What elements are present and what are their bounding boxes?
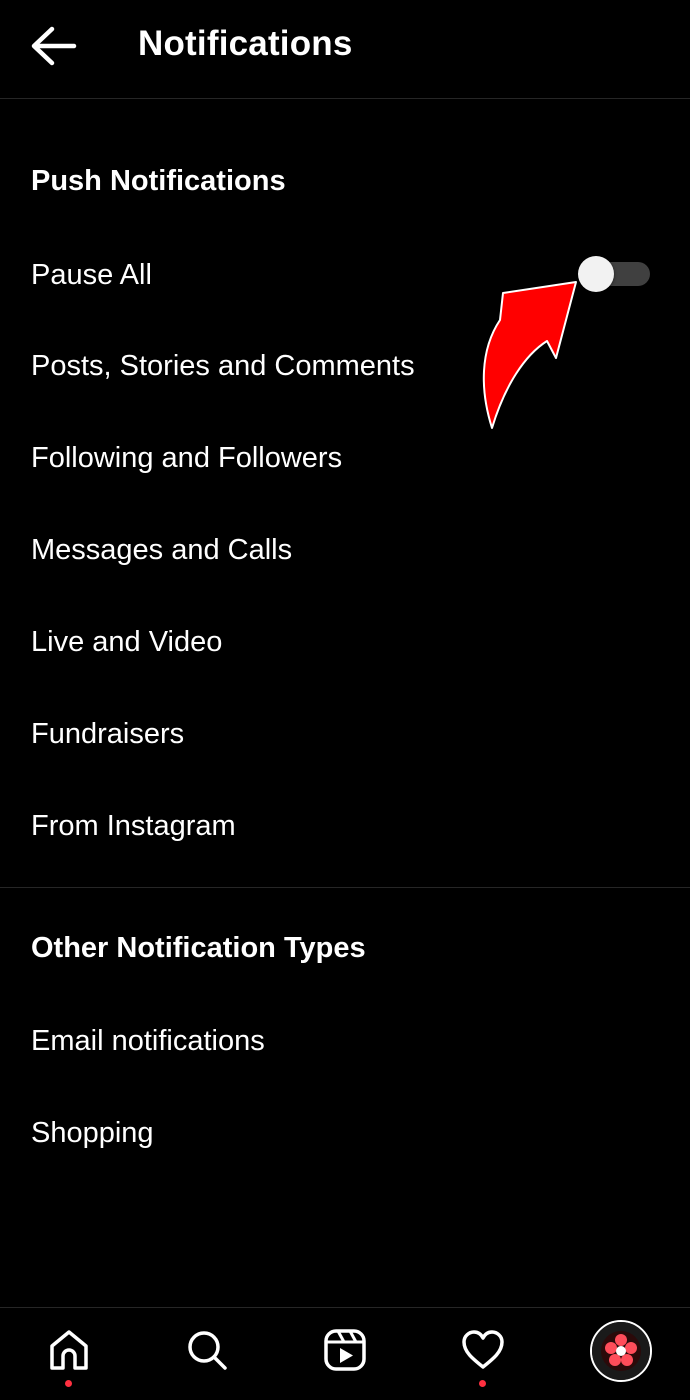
list-item-label: Live and Video (31, 626, 223, 658)
nav-activity[interactable] (443, 1308, 523, 1400)
red-pointer-arrow (482, 281, 577, 429)
home-icon (50, 1330, 88, 1370)
list-item-live-video[interactable]: Live and Video (0, 607, 690, 677)
list-item-messages-calls[interactable]: Messages and Calls (0, 515, 690, 585)
other-notification-types-heading: Other Notification Types (31, 932, 366, 964)
pause-all-label: Pause All (31, 259, 152, 291)
search-icon (188, 1331, 227, 1370)
notification-dot (479, 1380, 486, 1387)
nav-profile[interactable] (590, 1320, 652, 1382)
nav-reels[interactable] (305, 1308, 385, 1400)
bottom-navigation-bar (0, 1307, 690, 1400)
list-item-label: Shopping (31, 1117, 154, 1149)
list-item-fundraisers[interactable]: Fundraisers (0, 699, 690, 769)
list-item-label: Messages and Calls (31, 534, 293, 566)
top-app-bar: Notifications (0, 0, 690, 99)
section-divider (0, 887, 690, 888)
list-item-email-notifications[interactable]: Email notifications (0, 1006, 690, 1076)
list-item-label: Email notifications (31, 1025, 265, 1057)
avatar (590, 1320, 652, 1382)
nav-search[interactable] (167, 1308, 247, 1400)
notification-dot (65, 1380, 72, 1387)
arrow-left-icon (31, 26, 77, 66)
heart-icon (462, 1330, 504, 1369)
list-item-label: Fundraisers (31, 718, 185, 750)
push-notifications-heading: Push Notifications (31, 165, 286, 197)
list-item-from-instagram[interactable]: From Instagram (0, 791, 690, 861)
list-item-shopping[interactable]: Shopping (0, 1098, 690, 1168)
list-item-label: Posts, Stories and Comments (31, 350, 415, 382)
back-button[interactable] (24, 20, 80, 72)
nav-home[interactable] (29, 1308, 109, 1400)
list-item-label: From Instagram (31, 810, 236, 842)
list-item-label: Following and Followers (31, 442, 343, 474)
reels-icon (324, 1329, 366, 1371)
page-title: Notifications (138, 24, 353, 63)
profile-avatar-image (592, 1322, 650, 1380)
